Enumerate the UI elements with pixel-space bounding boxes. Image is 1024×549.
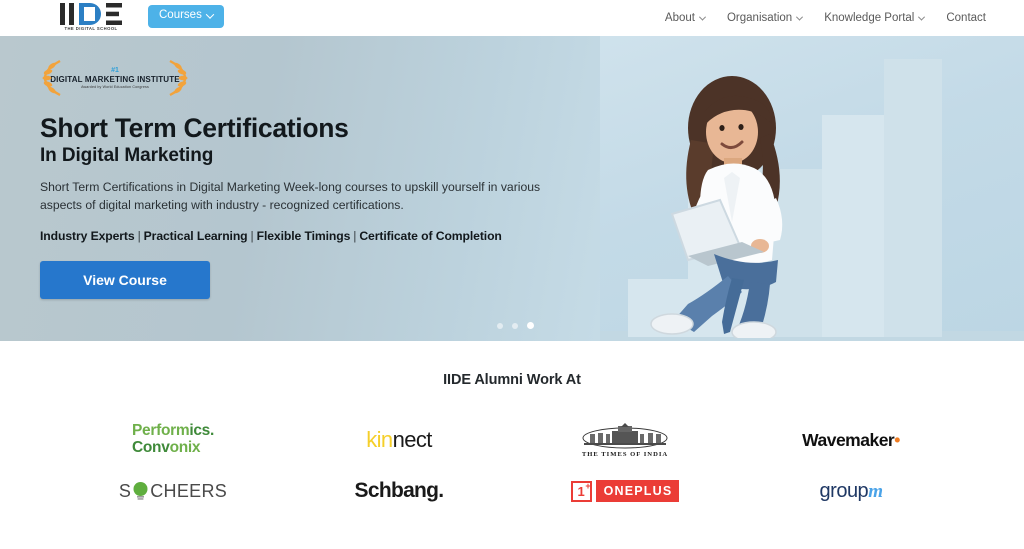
kinnect-text-1: kin [366,427,393,452]
socheers-text-2: CHEERS [150,480,228,501]
schbang-text: Schbang. [354,479,445,502]
carousel-dot-2[interactable] [512,322,518,329]
hero-person-illustration [650,76,783,338]
kinnect-text-2: nect [392,427,433,452]
socheers-text-1: S [118,480,132,501]
oneplus-mark-one: 1 [577,483,585,499]
times-of-india-text: THE TIMES OF INDIA [581,450,669,458]
oneplus-mark-icon: 1 + [570,480,592,502]
iide-logo[interactable]: THE DIGITAL SCHOOL [54,0,128,34]
site-header: THE DIGITAL SCHOOL Courses About Organis… [0,0,1024,36]
schbang-logo: Schbang. [354,466,445,516]
times-of-india-logo: THE TIMES OF INDIA [582,414,668,466]
lightbulb-icon [133,482,148,500]
hero-feature-3: Flexible Timings [256,229,351,244]
socheers-logo: S CHEERS [119,466,227,516]
nav-item-about-label: About [664,12,695,24]
award-badge-text: #1 DIGITAL MARKETING INSTITUTE Awarded b… [50,67,180,89]
chevron-down-icon [698,13,707,21]
times-of-india-emblem-icon [582,422,668,448]
hero-image [600,36,1024,341]
oneplus-logo: 1 + ONEPLUS [570,466,680,516]
hero-feature-1: Industry Experts [40,229,135,244]
feature-separator: | [137,229,141,244]
feature-separator: | [353,229,357,244]
wavemaker-dot: • [894,429,900,450]
nav-item-contact[interactable]: Contact [946,12,986,24]
nav-item-knowledge-portal[interactable]: Knowledge Portal [824,12,926,24]
hero-heading-primary: Short Term Certifications [40,113,349,143]
convonix-text-1: Conv [132,439,170,456]
hero-feature-4: Certificate of Completion [359,229,502,244]
laurel-left-icon [42,59,61,97]
courses-button[interactable]: Courses [148,5,224,28]
hero-banner: #1 DIGITAL MARKETING INSTITUTE Awarded b… [0,36,1024,341]
wavemaker-text: Wavemaker [802,429,895,450]
alumni-section: IIDE Alumni Work At Performics. Convonix… [0,341,1024,549]
hero-feature-2: Practical Learning [143,229,248,244]
carousel-indicators [497,322,534,329]
award-badge: #1 DIGITAL MARKETING INSTITUTE Awarded b… [40,56,190,100]
award-badge-rank: #1 [111,66,119,74]
performics-text-1: Perform [132,422,190,440]
convonix-text-2: onix [169,439,201,456]
alumni-logo-grid: Performics. Convonix kinnect THE TIMES O… [0,414,1024,516]
hero-heading-secondary: In Digital Marketing [40,144,214,166]
nav-item-organisation-label: Organisation [726,12,793,24]
award-badge-title: DIGITAL MARKETING INSTITUTE [50,74,180,84]
chevron-down-icon [796,13,804,21]
performics-text-2: ics. [189,422,214,440]
nav-item-contact-label: Contact [946,12,986,24]
alumni-section-title: IIDE Alumni Work At [443,372,581,388]
feature-separator: | [250,229,254,244]
award-badge-subtitle: Awarded by World Education Congress [81,85,149,90]
carousel-dot-3[interactable] [527,322,534,329]
oneplus-wordmark: ONEPLUS [595,480,680,502]
oneplus-mark-plus: + [585,480,591,491]
nav-item-knowledge-portal-label: Knowledge Portal [824,12,915,24]
hero-feature-list: Industry Experts | Practical Learning | Flex… [40,229,600,243]
carousel-dot-1[interactable] [497,322,503,329]
hero-content: #1 DIGITAL MARKETING INSTITUTE Awarded b… [40,56,600,300]
chevron-down-icon [918,13,926,21]
iide-logo-mark [60,3,122,25]
main-navigation: About Organisation Knowledge Portal Cont… [665,0,986,36]
wavemaker-logo: Wavemaker• [802,414,900,466]
iide-logo-tagline: THE DIGITAL SCHOOL [64,26,118,31]
groupm-logo: group m [820,466,883,516]
nav-item-about[interactable]: About [664,12,707,24]
performics-convonix-logo: Performics. Convonix [132,414,214,466]
laurel-right-icon [169,59,188,97]
groupm-text-1: group [819,479,869,502]
kinnect-logo: kinnect [366,414,432,466]
nav-item-organisation[interactable]: Organisation [726,12,804,24]
hero-description: Short Term Certifications in Digital Mar… [40,179,541,213]
view-course-button[interactable]: View Course [40,261,210,300]
hero-block-5 [884,59,942,337]
chevron-down-icon [205,10,215,19]
courses-button-label: Courses [159,9,202,21]
groupm-text-2: m [868,480,883,502]
